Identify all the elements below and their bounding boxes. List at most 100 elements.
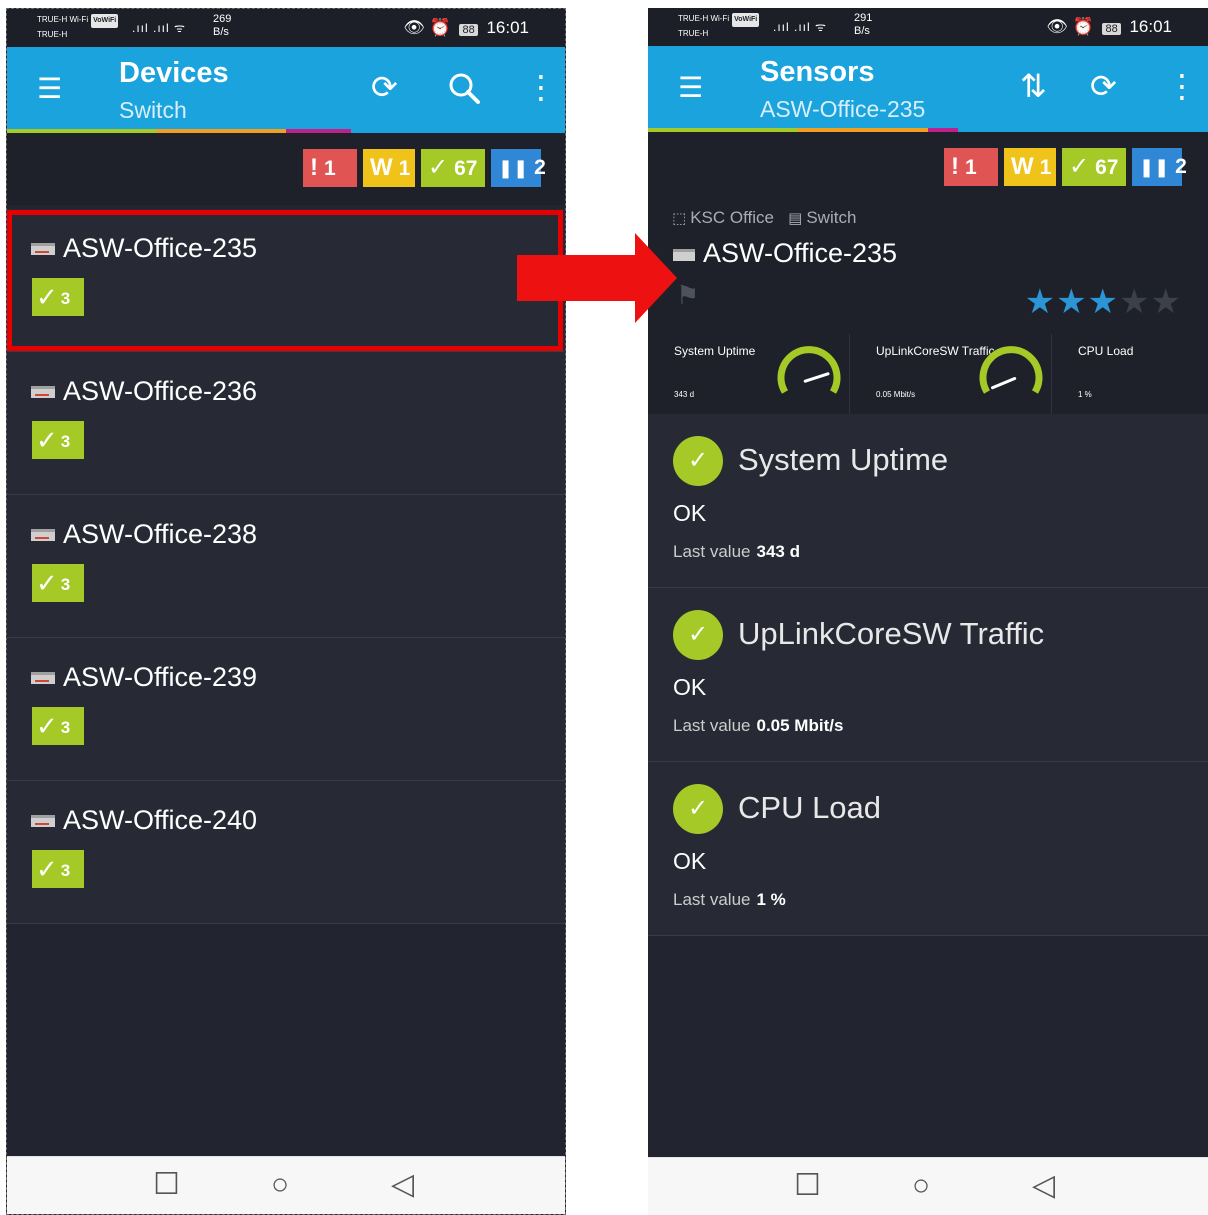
gauge-strip: System Uptime 343 d UpLinkCoreSW Traffic… (648, 334, 1208, 414)
device-name: ASW-Office-239 (63, 662, 258, 692)
ok-count-badge: ✓ 3 (32, 850, 84, 888)
app-bar: ☰ Devices Switch ⟳ ⋮ (7, 47, 565, 133)
warning-badge[interactable]: W1 (1004, 148, 1056, 186)
warning-badge[interactable]: W1 (363, 149, 415, 187)
paused-badge[interactable]: ❚❚ 2 (1132, 148, 1187, 186)
device-row[interactable]: ASW-Office-235 ✓ 3 (7, 209, 565, 352)
carrier-line1: TRUE-H Wi-Fi (678, 14, 730, 23)
last-value: Last value 0.05 Mbit/s (673, 716, 844, 735)
recents-icon[interactable]: ☐ (153, 1168, 180, 1202)
sensor-row[interactable]: ✓ CPU Load OK Last value 1 % (648, 762, 1208, 936)
device-name: ASW-Office-235 (63, 233, 258, 263)
navigation-bar: ☐ ○ ◁ (7, 1156, 565, 1214)
home-icon[interactable]: ○ (912, 1169, 930, 1203)
last-value: Last value 1 % (673, 890, 786, 909)
star-filled-icon[interactable]: ★ (1056, 283, 1087, 321)
page-subtitle: ASW-Office-235 (760, 96, 926, 122)
ok-count-badge: ✓ 3 (32, 278, 84, 316)
ok-count-badge: ✓ 3 (32, 707, 84, 745)
vowifi-badge: VoWiFi (732, 13, 760, 27)
navigation-bar: ☐ ○ ◁ (648, 1157, 1208, 1215)
gauge-name: System Uptime (674, 344, 756, 358)
speed-value: 269 (213, 13, 232, 25)
error-badge[interactable]: ! 1 (944, 148, 998, 186)
device-name: ASW-Office-240 (63, 805, 258, 835)
sensor-status: OK (673, 674, 707, 700)
device-row[interactable]: ASW-Office-238 ✓ 3 (7, 495, 565, 638)
gauge-tile[interactable]: UpLinkCoreSW Traffic 0.05 Mbit/s (850, 334, 1052, 414)
alarm-icon: ⏰ (1072, 17, 1094, 36)
clock: 16:01 (1129, 17, 1172, 36)
overflow-icon[interactable]: ⋮ (1166, 70, 1198, 102)
star-empty-icon[interactable]: ★ (1151, 283, 1182, 321)
gauge-dial (979, 346, 1043, 394)
back-icon[interactable]: ◁ (1032, 1169, 1055, 1203)
search-icon[interactable] (447, 71, 481, 110)
cisco-device-icon (31, 386, 55, 398)
sensor-name: CPU Load (738, 790, 882, 825)
sort-icon[interactable]: ⇅ (1020, 70, 1047, 102)
app-bar: ☰ Sensors ASW-Office-235 ⇅ ⟳ ⋮ (648, 46, 1208, 132)
device-row[interactable]: ASW-Office-239 ✓ 3 (7, 638, 565, 781)
paused-badge[interactable]: ❚❚ 2 (491, 149, 546, 187)
check-icon: ✓ (36, 854, 58, 884)
battery-icon: 88 (1102, 23, 1121, 35)
device-row[interactable]: ASW-Office-236 ✓ 3 (7, 352, 565, 495)
cisco-device-icon (31, 529, 55, 541)
signal-icon: .ııl .ııl ᯤ (773, 20, 827, 34)
hamburger-icon[interactable]: ☰ (678, 74, 703, 102)
sensor-row[interactable]: ✓ UpLinkCoreSW Traffic OK Last value 0.05… (648, 588, 1208, 762)
status-bar: TRUE-H Wi-Fi VoWiFi TRUE-H .ııl .ııl ᯤ 29… (648, 8, 1208, 46)
overflow-icon[interactable]: ⋮ (525, 71, 557, 103)
ok-check-icon: ✓ (673, 436, 723, 486)
ok-badge[interactable]: ✓ 67 (421, 149, 485, 187)
sensor-status: OK (673, 848, 707, 874)
network-speed: 291 B/s (854, 12, 872, 38)
ok-check-icon: ✓ (673, 610, 723, 660)
refresh-icon[interactable]: ⟳ (1090, 70, 1117, 102)
gauge-tile[interactable]: System Uptime 343 d (648, 334, 850, 414)
star-empty-icon[interactable]: ★ (1119, 283, 1150, 321)
refresh-icon[interactable]: ⟳ (371, 71, 398, 103)
home-icon[interactable]: ○ (271, 1168, 289, 1202)
alarm-icon: ⏰ (429, 18, 451, 37)
gauge-dial (777, 346, 841, 394)
cisco-device-icon (31, 815, 55, 827)
hamburger-icon[interactable]: ☰ (37, 75, 62, 103)
speed-value: 291 (854, 12, 873, 24)
gauge-tile[interactable]: CPU Load 1 % (1052, 334, 1208, 414)
speed-unit: B/s (213, 26, 229, 38)
carrier-info: TRUE-H Wi-Fi VoWiFi TRUE-H (37, 13, 119, 42)
star-filled-icon[interactable]: ★ (1088, 283, 1119, 321)
priority-stars[interactable]: ★★★★★ (1025, 282, 1182, 322)
ok-count-badge: ✓ 3 (32, 421, 84, 459)
group-name[interactable]: KSC Office (690, 208, 774, 227)
device-name: ASW-Office-236 (63, 376, 258, 406)
star-filled-icon[interactable]: ★ (1025, 283, 1056, 321)
gauge-value: 343 d (674, 390, 695, 399)
error-badge[interactable]: ! 1 (303, 149, 357, 187)
ok-check-icon: ✓ (673, 784, 723, 834)
ok-badge[interactable]: ✓ 67 (1062, 148, 1126, 186)
back-icon[interactable]: ◁ (391, 1168, 414, 1202)
last-value: Last value 343 d (673, 542, 800, 561)
recents-icon[interactable]: ☐ (794, 1169, 821, 1203)
sensor-name: System Uptime (738, 442, 949, 477)
cisco-device-icon (31, 672, 55, 684)
sensor-status: OK (673, 500, 707, 526)
carrier-line2: TRUE-H (37, 30, 68, 39)
check-icon: ✓ (36, 282, 58, 312)
carrier-info: TRUE-H Wi-Fi VoWiFi TRUE-H (678, 12, 760, 41)
device-row[interactable]: ASW-Office-240 ✓ 3 (7, 781, 565, 924)
flag-icon[interactable]: ⚑ (676, 280, 699, 311)
switch-icon: ▤ (788, 210, 803, 227)
sensor-row[interactable]: ✓ System Uptime OK Last value 343 d (648, 414, 1208, 588)
check-icon: ✓ (36, 711, 58, 741)
status-bar: TRUE-H Wi-Fi VoWiFi TRUE-H .ııl .ııl ᯤ 26… (7, 9, 565, 47)
device-type[interactable]: Switch (806, 208, 856, 227)
gauge-name: CPU Load (1078, 344, 1134, 358)
sensors-screen: TRUE-H Wi-Fi VoWiFi TRUE-H .ııl .ııl ᯤ 29… (648, 8, 1208, 1215)
eye-icon: 👁 (1046, 17, 1068, 36)
clock: 16:01 (486, 18, 529, 37)
devices-screen: TRUE-H Wi-Fi VoWiFi TRUE-H .ııl .ııl ᯤ 26… (6, 8, 566, 1215)
